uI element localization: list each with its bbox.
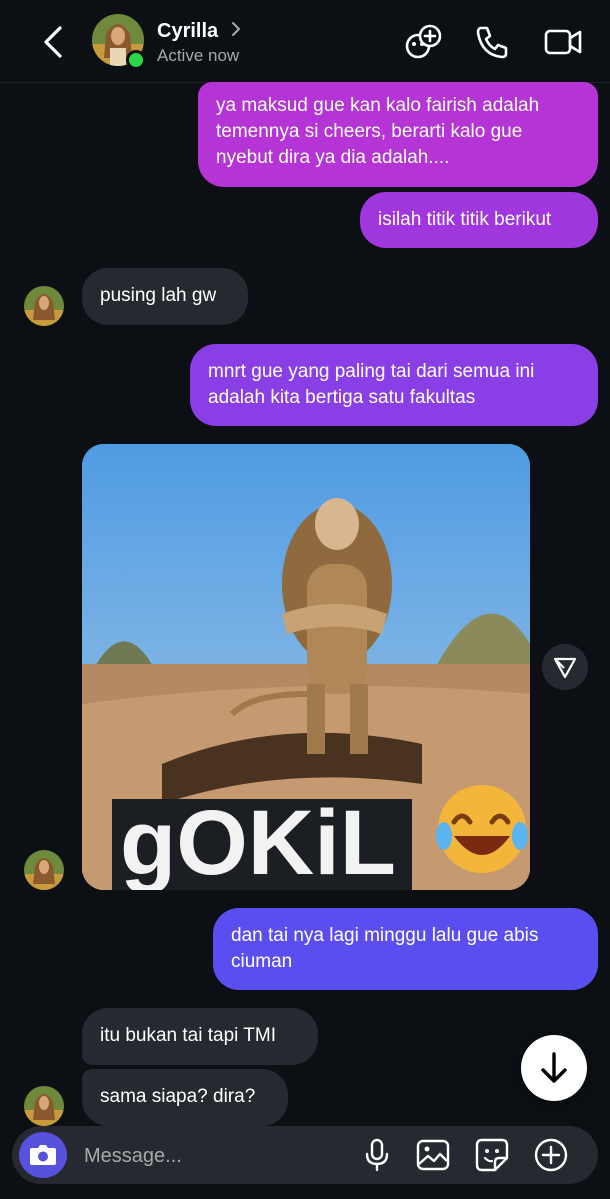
scroll-to-bottom-button[interactable] xyxy=(521,1035,587,1101)
image-caption: gOKiL xyxy=(120,792,396,890)
share-button[interactable] xyxy=(542,644,588,690)
online-indicator xyxy=(126,50,146,70)
message-incoming[interactable]: sama siapa? dira? xyxy=(82,1069,288,1126)
plus-icon[interactable] xyxy=(532,1136,570,1174)
message-incoming[interactable]: itu bukan tai tapi TMI xyxy=(82,1008,318,1065)
add-people-icon[interactable] xyxy=(403,22,443,62)
message-outgoing[interactable]: mnrt gue yang paling tai dari semua ini … xyxy=(190,344,598,426)
contact-avatar-small[interactable] xyxy=(24,850,64,890)
send-icon xyxy=(553,657,577,679)
back-arrow-icon[interactable] xyxy=(36,22,72,62)
sticker-icon[interactable] xyxy=(473,1136,511,1174)
message-composer xyxy=(12,1126,598,1184)
message-outgoing[interactable]: ya maksud gue kan kalo fairish adalah te… xyxy=(198,82,598,187)
gallery-icon[interactable] xyxy=(414,1136,452,1174)
message-outgoing[interactable]: isilah titik titik berikut xyxy=(360,192,598,248)
contact-avatar-small[interactable] xyxy=(24,286,64,326)
camera-button[interactable] xyxy=(19,1132,67,1178)
chevron-right-icon[interactable] xyxy=(229,19,243,39)
phone-icon[interactable] xyxy=(472,22,512,62)
contact-name[interactable]: Cyrilla xyxy=(157,20,218,43)
image-message[interactable]: gOKiL xyxy=(82,444,530,890)
message-incoming[interactable]: pusing lah gw xyxy=(82,268,248,325)
active-status: Active now xyxy=(157,46,240,65)
arrow-down-icon xyxy=(541,1052,567,1083)
camera-icon xyxy=(30,1145,56,1165)
contact-avatar-small[interactable] xyxy=(24,1086,64,1126)
message-input[interactable] xyxy=(82,1140,336,1172)
microphone-icon[interactable] xyxy=(358,1136,396,1174)
video-camera-icon[interactable] xyxy=(543,22,583,62)
chat-header: Cyrilla Active now xyxy=(0,0,610,83)
message-outgoing[interactable]: dan tai nya lagi minggu lalu gue abis ci… xyxy=(213,908,598,990)
